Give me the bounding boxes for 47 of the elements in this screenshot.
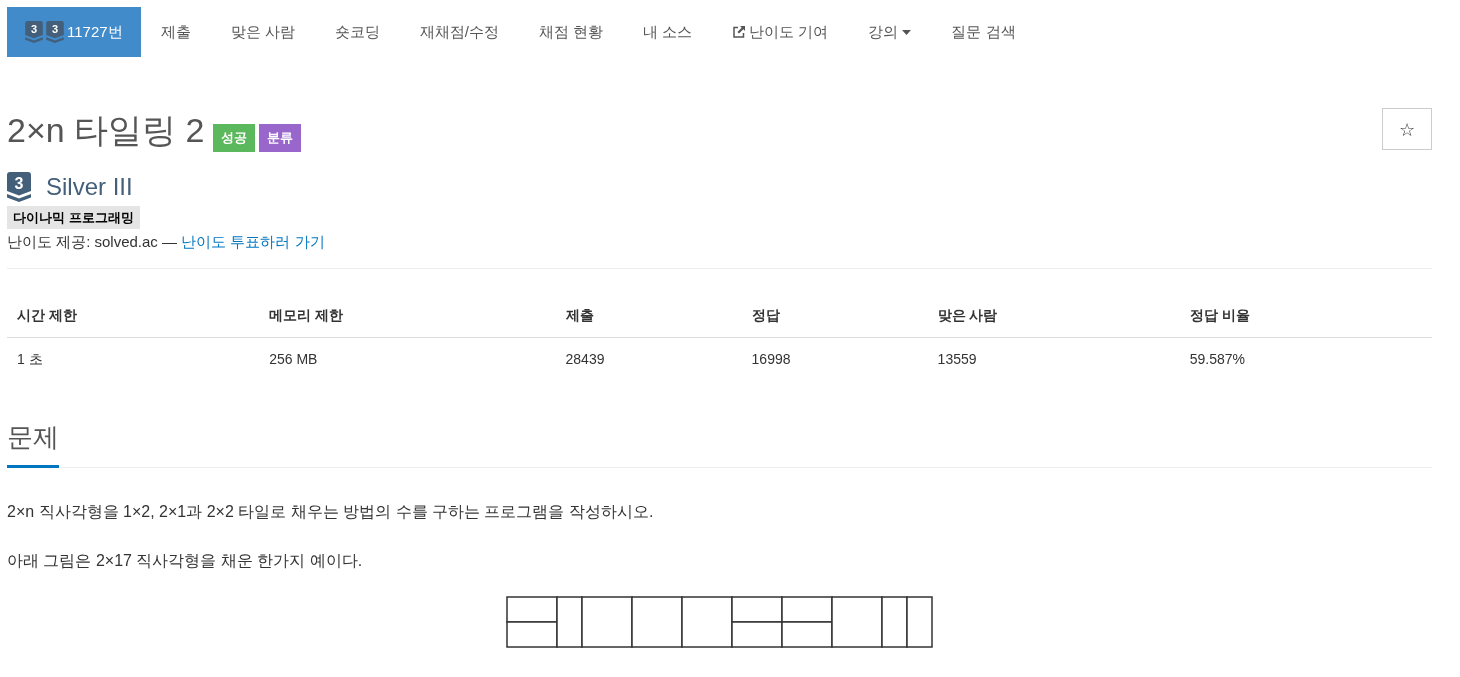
nav-tab[interactable]: 난이도 기여 bbox=[712, 7, 849, 57]
nav-tab[interactable]: 3 3 11727번 bbox=[7, 7, 141, 57]
nav-tab[interactable]: 숏코딩 bbox=[314, 7, 400, 57]
domino-tile bbox=[556, 596, 583, 648]
table-cell: 59.587% bbox=[1179, 337, 1432, 380]
column-header: 정답 bbox=[741, 293, 928, 338]
domino-tile bbox=[506, 621, 558, 648]
domino-tile bbox=[881, 596, 908, 648]
vote-link[interactable]: 난이도 투표하러 가기 bbox=[181, 233, 325, 250]
external-link-icon bbox=[732, 25, 747, 39]
nav-tab[interactable]: 제출 bbox=[140, 7, 211, 57]
table-cell: 28439 bbox=[555, 337, 742, 380]
algorithm-tag[interactable]: 다이나믹 프로그래밍 bbox=[7, 206, 140, 229]
domino-tile bbox=[731, 621, 783, 648]
caret-icon bbox=[902, 29, 912, 35]
nav-tab[interactable]: 강의 bbox=[848, 7, 932, 57]
square-tile bbox=[581, 596, 633, 648]
nav-tab[interactable]: 맞은 사람 bbox=[210, 7, 315, 57]
table-cell: 256 MB bbox=[259, 337, 556, 380]
difficulty-source: 난이도 제공: solved.ac — 난이도 투표하러 가기 bbox=[7, 232, 326, 252]
problem-label[interactable]: 분류 bbox=[259, 124, 302, 152]
square-tile bbox=[831, 596, 883, 648]
domino-tile bbox=[506, 596, 558, 623]
nav-tab[interactable]: 내 소스 bbox=[623, 7, 713, 57]
nav-tab[interactable]: 채점 현황 bbox=[518, 7, 624, 57]
problem-title: 2×n 타일링 2 bbox=[7, 110, 205, 151]
square-tile bbox=[631, 596, 683, 648]
column-header: 맞은 사람 bbox=[927, 293, 1180, 338]
nav-tab[interactable]: 재채점/수정 bbox=[399, 7, 519, 57]
table-cell: 13559 bbox=[927, 337, 1180, 380]
column-header: 제출 bbox=[555, 293, 742, 338]
domino-tile bbox=[781, 621, 833, 648]
domino-tile bbox=[781, 596, 833, 623]
problem-text: 아래 그림은 2×17 직사각형을 채운 한가지 예이다. bbox=[7, 551, 364, 571]
tier-name: Silver III bbox=[46, 173, 133, 201]
problem-text: 2×n 직사각형을 1×2, 2×1과 2×2 타일로 채우는 방법의 수를 구하는 프로그램을 작성하시오. bbox=[7, 502, 655, 522]
nav-tab[interactable]: 질문 검색 bbox=[931, 7, 1036, 57]
column-header: 메모리 제한 bbox=[259, 293, 556, 338]
square-tile bbox=[681, 596, 733, 648]
section-heading: 문제 bbox=[7, 420, 59, 468]
table-cell: 1 초 bbox=[7, 337, 260, 380]
table-cell: 16998 bbox=[741, 337, 928, 380]
column-header: 정답 비율 bbox=[1179, 293, 1432, 338]
column-header: 시간 제한 bbox=[7, 293, 260, 338]
favorite-button[interactable]: ☆ bbox=[1382, 108, 1432, 150]
domino-tile bbox=[731, 596, 783, 623]
domino-tile bbox=[906, 596, 933, 648]
